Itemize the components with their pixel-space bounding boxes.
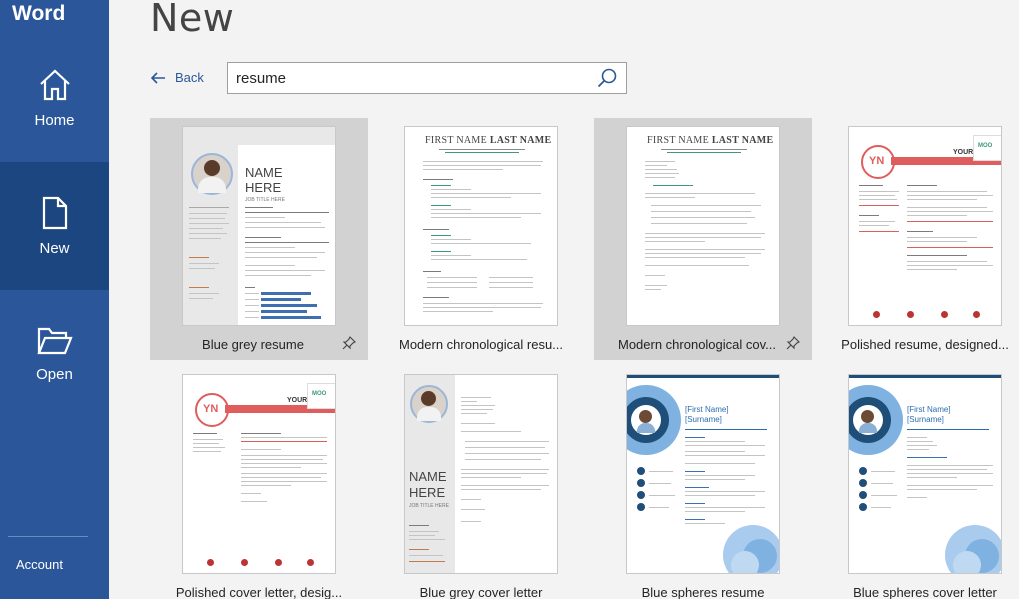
template-label: Polished cover letter, desig...	[175, 585, 343, 599]
template-label: Blue spheres resume	[641, 585, 765, 599]
thumb-first-name: [First Name]	[685, 405, 729, 414]
template-label: Modern chronological cov...	[617, 337, 776, 352]
thumb-brand: MOO	[978, 143, 993, 149]
template-tile-modern-chronological-resume[interactable]: FIRST NAME LAST NAME Modern chronologica…	[372, 118, 590, 360]
sidebar-item-label: Open	[36, 365, 73, 383]
template-tile-modern-chronological-cover-letter[interactable]: FIRST NAME LAST NAME Modern chronologica…	[594, 118, 812, 360]
template-thumbnail: NAME HERE JOB TITLE HERE	[404, 374, 558, 574]
new-document-icon	[42, 196, 67, 229]
search-input[interactable]	[236, 69, 596, 87]
template-thumbnail: YN YOUR N MOO	[848, 126, 1002, 326]
thumb-name: NAME	[245, 165, 283, 180]
thumb-name: NAME	[409, 469, 447, 484]
sidebar-item-open[interactable]: Open	[0, 290, 109, 418]
pin-icon[interactable]	[342, 336, 356, 350]
template-thumbnail: YN YOUR N MOO	[182, 374, 336, 574]
template-label: Blue grey resume	[202, 337, 304, 352]
thumb-name: HERE	[409, 485, 446, 500]
sidebar-item-label: New	[39, 239, 70, 257]
page-title: New	[150, 0, 235, 40]
sidebar-item-home[interactable]: Home	[0, 34, 109, 162]
template-label: Blue grey cover letter	[419, 585, 543, 599]
pin-icon[interactable]	[786, 336, 800, 350]
thumb-last-name: [Surname]	[907, 415, 944, 424]
thumb-first-name: FIRST NAME	[647, 135, 709, 146]
thumb-subtitle: JOB TITLE HERE	[245, 197, 285, 203]
search-icon[interactable]	[596, 67, 618, 89]
thumb-initials: YN	[869, 155, 885, 167]
thumb-last-name: LAST NAME	[711, 135, 774, 146]
sidebar-item-account[interactable]: Account	[16, 557, 63, 572]
back-button[interactable]: Back	[150, 70, 204, 85]
template-tile-blue-spheres-resume[interactable]: [First Name] [Surname] Blue spheres resu…	[594, 366, 812, 599]
thumb-name: HERE	[245, 180, 282, 195]
template-label: Blue spheres cover letter	[853, 585, 997, 599]
template-thumbnail: [First Name] [Surname]	[626, 374, 780, 574]
template-thumbnail: FIRST NAME LAST NAME	[626, 126, 780, 326]
thumb-initials: YN	[203, 403, 219, 415]
thumb-brand: MOO	[312, 391, 327, 397]
template-thumbnail: [First Name] [Surname]	[848, 374, 1002, 574]
template-label: Modern chronological resu...	[398, 337, 564, 352]
thumb-first-name: [First Name]	[907, 405, 951, 414]
template-tile-blue-grey-cover-letter[interactable]: NAME HERE JOB TITLE HERE Blue grey cover…	[372, 366, 590, 599]
sidebar: Word Home New Open Account	[0, 0, 109, 599]
thumb-last-name: LAST NAME	[489, 135, 552, 146]
sidebar-item-label: Home	[34, 111, 75, 129]
thumb-subtitle: JOB TITLE HERE	[409, 503, 449, 509]
template-tile-polished-resume[interactable]: YN YOUR N MOO Polished resume, designed.…	[816, 118, 1019, 360]
search-box	[227, 62, 627, 94]
template-label: Polished resume, designed...	[841, 337, 1009, 352]
folder-open-icon	[36, 327, 73, 354]
sidebar-item-new[interactable]: New	[0, 162, 109, 290]
thumb-first-name: FIRST NAME	[425, 135, 487, 146]
app-name: Word	[12, 2, 66, 25]
template-thumbnail: FIRST NAME LAST NAME	[404, 126, 558, 326]
back-arrow-icon	[150, 71, 165, 84]
thumb-last-name: [Surname]	[685, 415, 722, 424]
back-label: Back	[175, 70, 204, 85]
template-tile-blue-spheres-cover-letter[interactable]: [First Name] [Surname] Blue spheres cove…	[816, 366, 1019, 599]
template-tile-polished-cover-letter[interactable]: YN YOUR N MOO Polished cover letter, des…	[150, 366, 368, 599]
template-tile-blue-grey-resume[interactable]: NAME HERE JOB TITLE HERE Blue grey resum…	[150, 118, 368, 360]
template-thumbnail: NAME HERE JOB TITLE HERE	[182, 126, 336, 326]
sidebar-divider	[8, 536, 88, 537]
home-icon	[39, 68, 70, 100]
